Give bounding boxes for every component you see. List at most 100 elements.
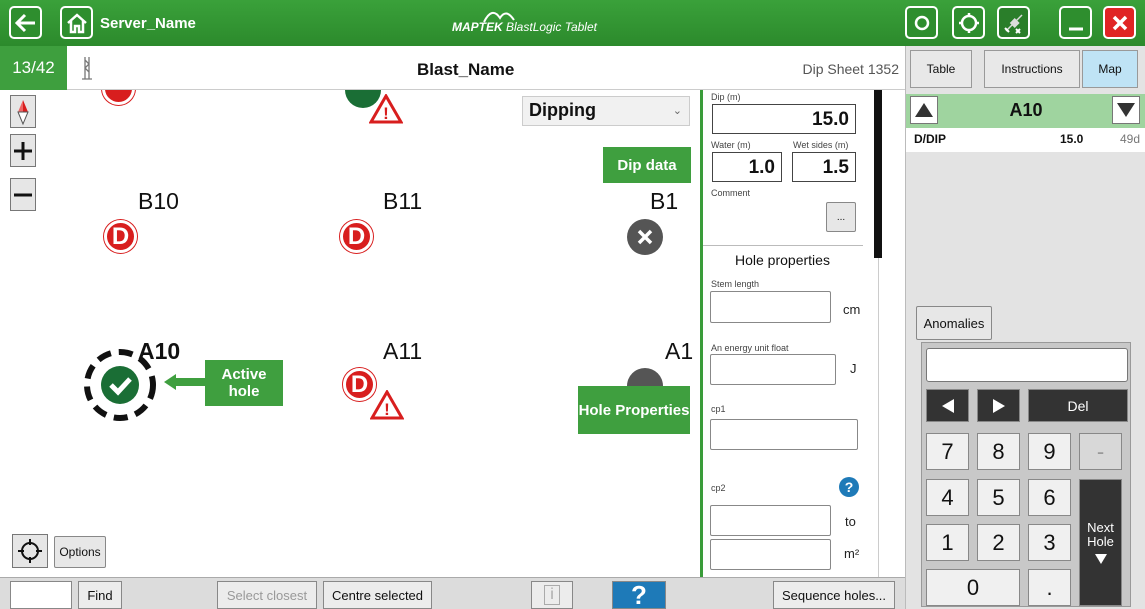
server-name: Server_Name xyxy=(100,15,196,32)
hole-marker-b11[interactable]: D xyxy=(340,220,373,253)
dip-label: Dip (m) xyxy=(711,92,741,102)
hole-label-a1: A1 xyxy=(665,338,694,364)
help-button[interactable]: ? xyxy=(612,580,666,609)
keypad-display[interactable] xyxy=(926,348,1128,382)
mode-select[interactable]: Dipping ⌄ xyxy=(522,96,690,126)
chevron-down-icon: ⌄ xyxy=(672,105,682,117)
hole-marker-b1[interactable] xyxy=(627,219,663,255)
hole-marker-b10[interactable]: D xyxy=(104,220,137,253)
stem-length-label: Stem length xyxy=(711,279,760,289)
dip-data-callout: Dip data xyxy=(603,147,691,183)
options-button[interactable]: Options xyxy=(54,536,106,568)
row-type: D/DIP xyxy=(914,132,947,146)
sequence-holes-button[interactable]: Sequence holes... xyxy=(773,581,895,609)
sub-header: 13/42 Blast_Name Dip Sheet 1352 xyxy=(0,46,905,90)
cp2-to-label: to xyxy=(845,514,856,529)
hole-label-b1: B1 xyxy=(650,188,679,214)
row-age: 49d xyxy=(1120,132,1141,146)
hole-properties-callout: Hole Properties xyxy=(578,386,690,434)
back-arrow-icon xyxy=(14,13,35,32)
wet-sides-field[interactable]: 1.5 xyxy=(792,152,856,182)
previous-hole-button[interactable] xyxy=(910,96,938,124)
key-minus: - xyxy=(1079,433,1122,470)
hole-label-a11: A11 xyxy=(383,338,423,364)
cp2-to-field[interactable] xyxy=(710,539,831,570)
energy-unit: J xyxy=(850,361,857,376)
cp2-from-field[interactable] xyxy=(710,505,831,536)
cursor-right-button[interactable] xyxy=(977,389,1020,422)
key-3[interactable]: 3 xyxy=(1028,524,1071,561)
active-hole-marker[interactable] xyxy=(80,345,160,425)
zoom-out-button[interactable] xyxy=(10,178,36,211)
next-hole-arrow-button[interactable] xyxy=(1112,96,1140,124)
row-value: 15.0 xyxy=(1060,132,1084,146)
close-icon xyxy=(1112,15,1127,30)
next-hole-label: Next Hole xyxy=(1087,519,1114,549)
locate-button[interactable] xyxy=(12,534,48,568)
comment-label: Comment xyxy=(711,188,751,198)
dip-sheet-label: Dip Sheet 1352 xyxy=(802,61,899,77)
crosshair-icon xyxy=(18,539,42,563)
triangle-left-icon xyxy=(941,398,954,413)
compass-button[interactable] xyxy=(10,95,36,128)
help-icon[interactable]: ? xyxy=(839,477,859,497)
key-decimal[interactable]: . xyxy=(1028,569,1071,606)
triangle-up-icon xyxy=(915,103,933,117)
find-input[interactable] xyxy=(10,581,72,609)
panel-scrollbar[interactable] xyxy=(874,90,882,258)
key-9[interactable]: 9 xyxy=(1028,433,1071,470)
cursor-left-button[interactable] xyxy=(926,389,969,422)
info-button[interactable]: i xyxy=(531,581,573,609)
tab-table[interactable]: Table xyxy=(910,50,972,88)
hole-label-b10: B10 xyxy=(138,188,179,214)
centre-selected-button[interactable]: Centre selected xyxy=(323,581,432,609)
key-2[interactable]: 2 xyxy=(977,524,1020,561)
numeric-keypad: Del 7 8 9 - 4 5 6 1 2 3 0 . Next Hole xyxy=(921,342,1131,607)
key-6[interactable]: 6 xyxy=(1028,479,1071,516)
cp1-label: cp1 xyxy=(711,404,726,414)
zoom-in-button[interactable] xyxy=(10,134,36,167)
key-4[interactable]: 4 xyxy=(926,479,969,516)
dip-field[interactable]: 15.0 xyxy=(712,104,856,134)
tab-instructions[interactable]: Instructions xyxy=(984,50,1080,88)
hole-marker-top-left[interactable] xyxy=(102,90,135,105)
find-button[interactable]: Find xyxy=(78,581,122,609)
table-row[interactable]: D/DIP 15.0 49d xyxy=(906,128,1145,152)
map-view[interactable]: ! B10 D B11 D B1 A10 Active hole A11 D !… xyxy=(0,90,700,577)
key-5[interactable]: 5 xyxy=(977,479,1020,516)
key-7[interactable]: 7 xyxy=(926,433,969,470)
hole-label-b11: B11 xyxy=(383,188,423,214)
hole-a11-status-letter: D xyxy=(350,370,369,398)
satellite-off-icon xyxy=(1003,13,1023,34)
back-button[interactable] xyxy=(9,6,42,39)
key-1[interactable]: 1 xyxy=(926,524,969,561)
brand-logo: MAPTEK BlastLogic Tablet xyxy=(452,8,597,34)
delete-button[interactable]: Del xyxy=(1028,389,1128,422)
comment-button[interactable]: ... xyxy=(826,202,856,232)
sync-icon xyxy=(914,15,929,30)
active-hole-callout: Active hole xyxy=(205,360,283,406)
blast-name: Blast_Name xyxy=(417,60,515,79)
home-icon xyxy=(66,12,87,33)
minimize-button[interactable] xyxy=(1059,6,1092,39)
tab-map[interactable]: Map xyxy=(1082,50,1138,88)
anomalies-button[interactable]: Anomalies xyxy=(916,306,992,340)
key-8[interactable]: 8 xyxy=(977,433,1020,470)
gps-button[interactable] xyxy=(952,6,985,39)
stem-length-field[interactable] xyxy=(710,291,831,323)
dip-panel: Dip (m) 15.0 Water (m) Wet sides (m) 1.0… xyxy=(700,90,879,577)
brand-maptek: MAPTEK xyxy=(452,20,503,34)
satellite-button[interactable] xyxy=(997,6,1030,39)
next-hole-button[interactable]: Next Hole xyxy=(1079,479,1122,606)
key-0[interactable]: 0 xyxy=(926,569,1020,606)
minimize-icon xyxy=(1068,27,1083,30)
home-button[interactable] xyxy=(60,6,93,39)
cp1-field[interactable] xyxy=(710,419,858,450)
sync-button[interactable] xyxy=(905,6,938,39)
energy-field[interactable] xyxy=(710,354,836,385)
bottom-bar: Find Select closest Centre selected i ? … xyxy=(0,577,905,609)
hole-header: A10 xyxy=(906,94,1145,128)
close-button[interactable] xyxy=(1103,6,1136,39)
water-field[interactable]: 1.0 xyxy=(712,152,782,182)
select-closest-button[interactable]: Select closest xyxy=(217,581,317,609)
